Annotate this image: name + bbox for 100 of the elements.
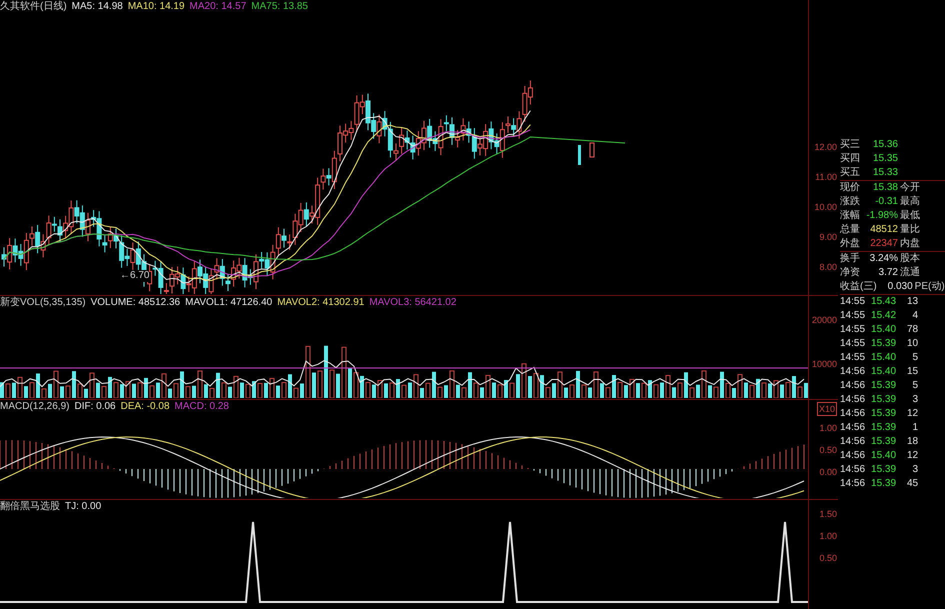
quote-label: 买三 (840, 138, 861, 152)
tick-time: 14:56 (840, 407, 866, 421)
tick-time: 14:55 (840, 309, 866, 323)
quote-value: 3.24% (868, 252, 898, 266)
tick-time: 14:56 (840, 365, 866, 379)
pane-title: 翻倍黑马选股 (0, 500, 60, 513)
quote-label: 收益(三) (840, 280, 877, 294)
tick-time: 14:56 (840, 449, 866, 463)
quote-value: 0.030 (886, 280, 913, 294)
axis-label: 11.00 (815, 171, 837, 183)
quote-value: 15.38 (872, 181, 898, 195)
pane-title: 新变VOL(5,35,135) (0, 296, 86, 309)
axis-label: 10000 (812, 358, 837, 370)
tick-price: 15.39 (871, 407, 896, 421)
tick-volume: 5 (912, 351, 918, 365)
quote-value: -1.98% (865, 209, 898, 223)
quote-label: 涨幅 (840, 209, 861, 223)
tick-price: 15.39 (871, 435, 896, 449)
axis-label: 20000 (812, 314, 837, 326)
tick-volume: 13 (906, 295, 918, 309)
pane-title: MACD(12,26,9) (0, 400, 70, 413)
indicator-value: MA10: 14.19 (128, 0, 185, 13)
quote-label: 最高 (900, 195, 920, 209)
quote-label: 总量 (840, 223, 861, 237)
indicator-value: MA75: 13.85 (251, 0, 308, 13)
quote-value: -0.31 (874, 195, 898, 209)
tick-time: 14:56 (840, 393, 866, 407)
tick-price: 15.40 (871, 323, 896, 337)
tick-time: 14:55 (840, 295, 866, 309)
tick-time: 14:56 (840, 463, 866, 477)
quote-value: 22347 (869, 237, 898, 251)
quote-value: 15.36 (872, 138, 898, 152)
indicator-value: MAVOL2: 41302.91 (277, 296, 364, 309)
indicator-value: DEA: -0.08 (120, 400, 170, 413)
quote-label: 涨跌 (840, 195, 861, 209)
tick-volume: 1 (912, 421, 918, 435)
quote-label: 流通 (900, 266, 920, 280)
tick-price: 15.39 (871, 393, 896, 407)
indicator-value: MAVOL3: 56421.02 (369, 296, 456, 309)
tick-time: 14:55 (840, 337, 866, 351)
quote-label: 外盘 (840, 237, 861, 251)
tick-price: 15.39 (871, 463, 896, 477)
axis-label: 0.50 (819, 444, 837, 456)
quote-label: 买四 (840, 152, 861, 166)
tick-price: 15.39 (871, 421, 896, 435)
tick-price: 15.39 (871, 337, 896, 351)
tick-volume: 12 (906, 449, 918, 463)
quote-label: 最低 (900, 209, 920, 223)
tick-volume: 3 (912, 393, 918, 407)
tick-volume: 4 (912, 309, 918, 323)
axis-unit: X10 (816, 402, 837, 416)
quote-value: 15.33 (872, 166, 898, 180)
tick-volume: 5 (912, 379, 918, 393)
quote-label: 今开 (900, 181, 920, 195)
axis-label: 9.00 (819, 231, 837, 243)
axis-label: 8.00 (819, 261, 837, 273)
tick-price: 15.40 (871, 365, 896, 379)
quote-label: 买五 (840, 166, 861, 180)
indicator-value: MAVOL1: 47126.40 (185, 296, 272, 309)
tick-price: 15.39 (871, 477, 896, 491)
tick-price: 15.40 (871, 351, 896, 365)
tick-volume: 45 (906, 477, 918, 491)
indicator-value: MA5: 14.98 (72, 0, 123, 13)
tick-volume: 3 (912, 463, 918, 477)
indicator-value: MA20: 14.57 (190, 0, 246, 13)
axis-label: 10.00 (814, 201, 837, 213)
tick-volume: 15 (906, 365, 918, 379)
quote-value: 48512 (869, 223, 898, 237)
tick-volume: 78 (906, 323, 918, 337)
tick-time: 14:56 (840, 421, 866, 435)
tick-price: 15.43 (871, 295, 896, 309)
quote-label: 净资 (840, 266, 861, 280)
quote-value: 3.72 (878, 266, 898, 280)
tick-price: 15.39 (871, 379, 896, 393)
tick-time: 14:55 (840, 351, 866, 365)
tick-volume: 10 (906, 337, 918, 351)
indicator-value: DIF: 0.06 (74, 400, 116, 413)
quote-label: 量比 (900, 223, 920, 237)
axis-label: 1.00 (819, 530, 837, 542)
quote-label: PE(动) (914, 280, 945, 294)
axis-label: 0.00 (819, 466, 837, 478)
quote-value: 15.35 (872, 152, 898, 166)
axis-label: 12.00 (814, 141, 837, 153)
tick-time: 14:56 (840, 477, 866, 491)
quote-label: 现价 (840, 181, 861, 195)
axis-label: 1.00 (819, 422, 837, 434)
quote-label: 股本 (900, 252, 920, 266)
indicator-value: TJ: 0.00 (65, 500, 102, 513)
indicator-value: MACD: 0.28 (174, 400, 229, 413)
quote-label: 内盘 (900, 237, 920, 251)
tick-price: 15.42 (871, 309, 896, 323)
tick-volume: 18 (906, 435, 918, 449)
quote-label: 换手 (840, 252, 861, 266)
axis-label: 0.50 (819, 552, 837, 564)
tick-volume: 12 (906, 407, 918, 421)
indicator-value: VOLUME: 48512.36 (90, 296, 180, 309)
tick-time: 14:55 (840, 323, 866, 337)
tick-time: 14:56 (840, 379, 866, 393)
low-price-marker: ←6.70 (120, 270, 150, 282)
tick-price: 15.40 (871, 449, 896, 463)
